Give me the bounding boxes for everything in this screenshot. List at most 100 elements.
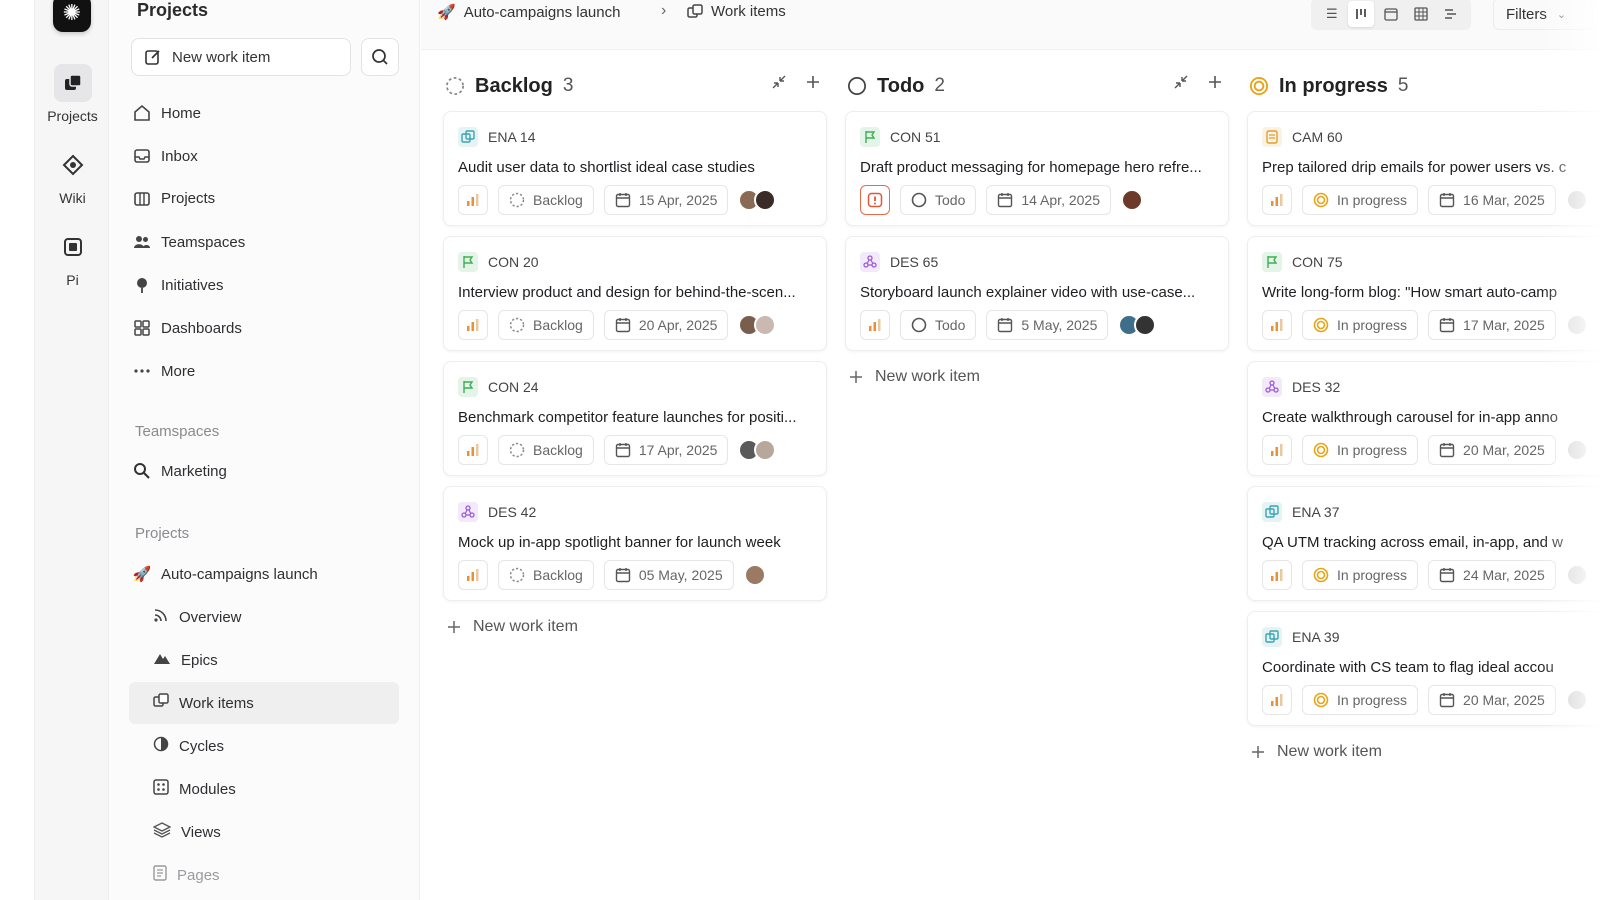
nav-item-dashboards[interactable]: Dashboards bbox=[133, 315, 242, 341]
state-property[interactable]: Todo bbox=[900, 310, 977, 340]
state-property[interactable]: In progress bbox=[1302, 310, 1419, 340]
teamspace-item-marketing[interactable]: Marketing bbox=[133, 458, 227, 484]
project-sub-epics[interactable]: Epics bbox=[129, 639, 399, 681]
project-sub-modules[interactable]: Modules bbox=[129, 768, 399, 810]
priority-property[interactable] bbox=[860, 185, 890, 215]
kanban-view-icon[interactable] bbox=[1348, 1, 1375, 27]
priority-property[interactable] bbox=[1262, 560, 1292, 590]
work-item-card[interactable]: CON 24 Benchmark competitor feature launc… bbox=[443, 361, 827, 476]
state-property[interactable]: Backlog bbox=[498, 310, 594, 340]
avatar[interactable] bbox=[1565, 564, 1588, 586]
priority-property[interactable] bbox=[458, 185, 488, 215]
work-item-card[interactable]: CON 51 Draft product messaging for homepa… bbox=[845, 111, 1229, 226]
due-date-property[interactable]: 17 Apr, 2025 bbox=[603, 435, 729, 465]
due-date-property[interactable]: 15 Apr, 2025 bbox=[603, 185, 729, 215]
rail-item-wiki[interactable]: Wiki bbox=[35, 146, 110, 206]
due-date-property[interactable]: 24 Mar, 2025 bbox=[1428, 560, 1556, 590]
project-sub-work-items[interactable]: Work items bbox=[129, 682, 399, 724]
priority-property[interactable] bbox=[1262, 435, 1292, 465]
nav-item-more[interactable]: More bbox=[133, 358, 195, 384]
priority-property[interactable] bbox=[1262, 310, 1292, 340]
project-sub-pages[interactable]: Pages bbox=[129, 854, 399, 896]
priority-property[interactable] bbox=[458, 560, 488, 590]
rail-item-pi[interactable]: Pi bbox=[35, 228, 110, 288]
search-button[interactable] bbox=[361, 38, 399, 76]
nav-item-initiatives[interactable]: Initiatives bbox=[133, 272, 224, 298]
avatar[interactable] bbox=[754, 439, 777, 461]
spreadsheet-view-icon[interactable] bbox=[1408, 1, 1434, 27]
assignees[interactable] bbox=[1565, 689, 1588, 711]
avatar[interactable] bbox=[743, 564, 766, 586]
avatar[interactable] bbox=[1565, 314, 1588, 336]
project-sub-overview[interactable]: Overview bbox=[129, 596, 399, 638]
rail-item-projects[interactable]: Projects bbox=[35, 64, 110, 124]
assignees[interactable] bbox=[738, 439, 777, 461]
work-item-card[interactable]: ENA 14 Audit user data to shortlist ideal… bbox=[443, 111, 827, 226]
filters-button[interactable]: Filters ⌄ bbox=[1493, 0, 1593, 30]
work-item-card[interactable]: ENA 37 QA UTM tracking across email, in-a… bbox=[1247, 486, 1600, 601]
assignees[interactable] bbox=[738, 189, 777, 211]
project-item-auto-campaigns[interactable]: 🚀 Auto-campaigns launch bbox=[133, 561, 318, 587]
avatar[interactable] bbox=[1121, 189, 1143, 211]
priority-property[interactable] bbox=[1262, 185, 1292, 215]
breadcrumb-project[interactable]: 🚀 Auto-campaigns launch bbox=[437, 3, 620, 22]
nav-item-teamspaces[interactable]: Teamspaces bbox=[133, 229, 245, 255]
work-item-card[interactable]: CAM 60 Prep tailored drip emails for powe… bbox=[1247, 111, 1600, 226]
calendar-view-icon[interactable] bbox=[1378, 1, 1404, 27]
new-work-item-link[interactable]: New work item bbox=[849, 368, 980, 386]
add-icon[interactable] bbox=[805, 74, 821, 95]
priority-property[interactable] bbox=[860, 310, 890, 340]
app-logo-icon[interactable]: ✺ bbox=[53, 0, 91, 32]
work-item-card[interactable]: DES 65 Storyboard launch explainer video … bbox=[845, 236, 1229, 351]
work-item-card[interactable]: ENA 39 Coordinate with CS team to flag id… bbox=[1247, 611, 1600, 726]
avatar[interactable] bbox=[754, 314, 777, 336]
collapse-icon[interactable] bbox=[1173, 74, 1189, 95]
due-date-property[interactable]: 14 Apr, 2025 bbox=[986, 185, 1111, 215]
due-date-property[interactable]: 20 Apr, 2025 bbox=[603, 310, 729, 340]
gantt-view-icon[interactable] bbox=[1437, 1, 1463, 27]
new-work-item-link[interactable]: New work item bbox=[1251, 743, 1382, 761]
work-item-card[interactable]: DES 42 Mock up in-app spotlight banner fo… bbox=[443, 486, 827, 601]
add-icon[interactable] bbox=[1207, 74, 1223, 95]
project-sub-cycles[interactable]: Cycles bbox=[129, 725, 399, 767]
assignees[interactable] bbox=[1565, 564, 1588, 586]
priority-property[interactable] bbox=[458, 435, 488, 465]
list-view-icon[interactable]: ☰ bbox=[1319, 1, 1345, 27]
state-property[interactable]: Backlog bbox=[498, 560, 594, 590]
breadcrumb-page[interactable]: Work items bbox=[687, 3, 786, 20]
new-work-item-link[interactable]: New work item bbox=[447, 618, 578, 636]
state-property[interactable]: In progress bbox=[1302, 685, 1419, 715]
work-item-card[interactable]: CON 75 Write long-form blog: "How smart a… bbox=[1247, 236, 1600, 351]
assignees[interactable] bbox=[738, 314, 777, 336]
priority-property[interactable] bbox=[1262, 685, 1292, 715]
state-property[interactable]: In progress bbox=[1302, 185, 1419, 215]
state-property[interactable]: Backlog bbox=[498, 185, 594, 215]
due-date-property[interactable]: 20 Mar, 2025 bbox=[1428, 685, 1556, 715]
due-date-property[interactable]: 05 May, 2025 bbox=[603, 560, 734, 590]
work-item-card[interactable]: CON 20 Interview product and design for b… bbox=[443, 236, 827, 351]
assignees[interactable] bbox=[1565, 189, 1588, 211]
avatar[interactable] bbox=[1565, 189, 1588, 211]
nav-item-inbox[interactable]: Inbox bbox=[133, 143, 198, 169]
new-work-item-button[interactable]: New work item bbox=[131, 38, 351, 76]
assignees[interactable] bbox=[1121, 189, 1143, 211]
collapse-icon[interactable] bbox=[771, 74, 787, 95]
state-property[interactable]: Backlog bbox=[498, 435, 594, 465]
due-date-property[interactable]: 5 May, 2025 bbox=[986, 310, 1109, 340]
assignees[interactable] bbox=[1565, 314, 1588, 336]
state-property[interactable]: Todo bbox=[900, 185, 977, 215]
priority-property[interactable] bbox=[458, 310, 488, 340]
due-date-property[interactable]: 20 Mar, 2025 bbox=[1428, 435, 1556, 465]
avatar[interactable] bbox=[754, 189, 777, 211]
due-date-property[interactable]: 16 Mar, 2025 bbox=[1428, 185, 1556, 215]
state-property[interactable]: In progress bbox=[1302, 560, 1419, 590]
project-sub-views[interactable]: Views bbox=[129, 811, 399, 853]
state-property[interactable]: In progress bbox=[1302, 435, 1419, 465]
due-date-property[interactable]: 17 Mar, 2025 bbox=[1428, 310, 1556, 340]
nav-item-home[interactable]: Home bbox=[133, 100, 201, 126]
assignees[interactable] bbox=[743, 564, 766, 586]
work-item-card[interactable]: DES 32 Create walkthrough carousel for in… bbox=[1247, 361, 1600, 476]
avatar[interactable] bbox=[1134, 314, 1157, 336]
avatar[interactable] bbox=[1565, 689, 1588, 711]
avatar[interactable] bbox=[1565, 439, 1588, 461]
